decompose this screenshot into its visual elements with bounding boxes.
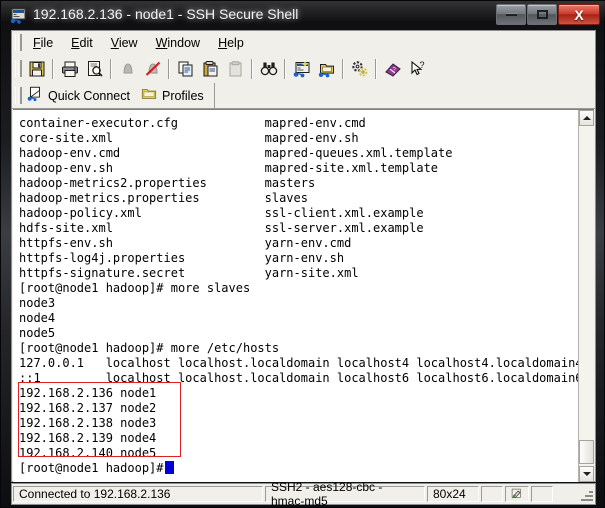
- menubar-gripper[interactable]: [15, 34, 22, 51]
- terminal-listing-line: hdfs-site.xml ssl-server.xml.example: [19, 221, 424, 235]
- terminal-listing-line: hadoop-env.sh mapred-site.xml.template: [19, 161, 439, 175]
- terminal-listing-line: hadoop-metrics2.properties masters: [19, 176, 316, 190]
- maximize-button[interactable]: [527, 4, 557, 25]
- terminal-area: container-executor.cfg mapred-env.cmd cor…: [13, 109, 594, 482]
- terminal-listing-line: hadoop-metrics.properties slaves: [19, 191, 308, 205]
- window-controls: X: [496, 4, 600, 25]
- menu-window[interactable]: Window: [147, 33, 209, 53]
- scroll-down-button[interactable]: [579, 466, 594, 482]
- folder-icon: [141, 86, 157, 105]
- status-connection: Connected to 192.168.2.136: [13, 486, 263, 502]
- profiles-label: Profiles: [161, 88, 204, 103]
- menu-bar: File Edit View Window Help: [12, 31, 595, 54]
- scrollbar-thumb[interactable]: [579, 440, 594, 464]
- toolbar-gripper[interactable]: [15, 60, 22, 77]
- quickbar-empty-area: [213, 83, 595, 108]
- print-preview-icon[interactable]: [82, 57, 107, 81]
- hosts-entry-line: 192.168.2.138 node3: [19, 416, 157, 430]
- ssh-terminal-icon: [10, 7, 28, 25]
- paste-icon[interactable]: [198, 57, 223, 81]
- window-title: 192.168.2.136 - node1 - SSH Secure Shell: [33, 6, 299, 22]
- find-icon[interactable]: [256, 57, 281, 81]
- print-icon[interactable]: [57, 57, 82, 81]
- terminal-prompt-line: [root@node1 hadoop]#: [19, 461, 578, 476]
- toolbar: ? ?: [12, 54, 595, 83]
- close-button[interactable]: X: [558, 4, 600, 25]
- terminal-listing-line: hadoop-policy.xml ssl-client.xml.example: [19, 206, 424, 220]
- status-bar: Connected to 192.168.2.136 SSH2 - aes128…: [11, 480, 596, 508]
- terminal-line: 127.0.0.1 localhost localhost.localdomai…: [19, 356, 578, 370]
- resize-grip[interactable]: [579, 487, 593, 501]
- hosts-entry-line: 192.168.2.140 node5: [19, 446, 157, 460]
- edit-indicator-icon: [505, 486, 529, 502]
- scrollbar-track[interactable]: [579, 126, 594, 466]
- terminal-line: ::1 localhost localhost.localdomain loca…: [19, 371, 578, 385]
- menu-edit[interactable]: Edit: [62, 33, 102, 53]
- terminal-line: [root@node1 hadoop]# more /etc/hosts: [19, 341, 280, 355]
- hosts-entry-line: 192.168.2.136 node1: [19, 386, 157, 400]
- svg-text:?: ?: [419, 60, 424, 70]
- text-cursor: [164, 461, 174, 474]
- scroll-up-button[interactable]: [579, 110, 594, 126]
- settings-icon[interactable]: [347, 57, 372, 81]
- quickbar-gripper[interactable]: [15, 87, 22, 104]
- new-file-transfer-icon[interactable]: [314, 57, 339, 81]
- terminal-listing-line: httpfs-log4j.properties yarn-env.sh: [19, 251, 345, 265]
- disconnect-icon[interactable]: [140, 57, 165, 81]
- status-size: 80x24: [427, 486, 479, 502]
- help-book-icon[interactable]: ?: [380, 57, 405, 81]
- terminal-listing-line: core-site.xml mapred-env.sh: [19, 131, 359, 145]
- menu-view[interactable]: View: [102, 33, 147, 53]
- status-spacer-1: [481, 486, 503, 502]
- terminal-line: node3: [19, 296, 56, 310]
- terminal-line: [root@node1 hadoop]# more slaves: [19, 281, 251, 295]
- quick-connect-label: Quick Connect: [48, 88, 130, 103]
- title-bar[interactable]: 192.168.2.136 - node1 - SSH Secure Shell…: [1, 1, 605, 31]
- quick-connect-button[interactable]: Quick Connect: [24, 84, 138, 107]
- shell-prompt: [root@node1 hadoop]#: [19, 461, 164, 475]
- copy-icon[interactable]: [173, 57, 198, 81]
- context-help-icon[interactable]: ?: [405, 57, 430, 81]
- save-icon[interactable]: [24, 57, 49, 81]
- terminal-scrollbar[interactable]: [578, 110, 594, 482]
- new-terminal-icon[interactable]: [289, 57, 314, 81]
- terminal-output[interactable]: container-executor.cfg mapred-env.cmd cor…: [13, 110, 578, 482]
- quick-bar: Quick Connect Profiles: [12, 83, 595, 109]
- terminal-line: node5: [19, 326, 56, 340]
- status-spacer-2: [531, 486, 553, 502]
- menu-help[interactable]: Help: [209, 33, 253, 53]
- terminal-listing-line: httpfs-signature.secret yarn-site.xml: [19, 266, 359, 280]
- menu-file[interactable]: File: [24, 33, 62, 53]
- terminal-listing-line: container-executor.cfg mapred-env.cmd: [19, 116, 366, 130]
- client-area: File Edit View Window Help ? ? Quick Con…: [11, 30, 596, 482]
- profiles-button[interactable]: Profiles: [138, 84, 212, 107]
- terminal-line: node4: [19, 311, 56, 325]
- clipboard-icon: [223, 57, 248, 81]
- quick-connect-icon: [27, 86, 43, 105]
- hosts-entry-line: 192.168.2.139 node4: [19, 431, 157, 445]
- status-cipher: SSH2 - aes128-cbc - hmac-md5: [265, 480, 425, 508]
- close-icon: X: [574, 6, 584, 23]
- terminal-listing-line: httpfs-env.sh yarn-env.cmd: [19, 236, 352, 250]
- connect-icon[interactable]: [115, 57, 140, 81]
- minimize-button[interactable]: [496, 4, 526, 25]
- terminal-listing-line: hadoop-env.cmd mapred-queues.xml.templat…: [19, 146, 453, 160]
- ssh-secure-shell-window: 192.168.2.136 - node1 - SSH Secure Shell…: [0, 0, 605, 508]
- hosts-entry-line: 192.168.2.137 node2: [19, 401, 157, 415]
